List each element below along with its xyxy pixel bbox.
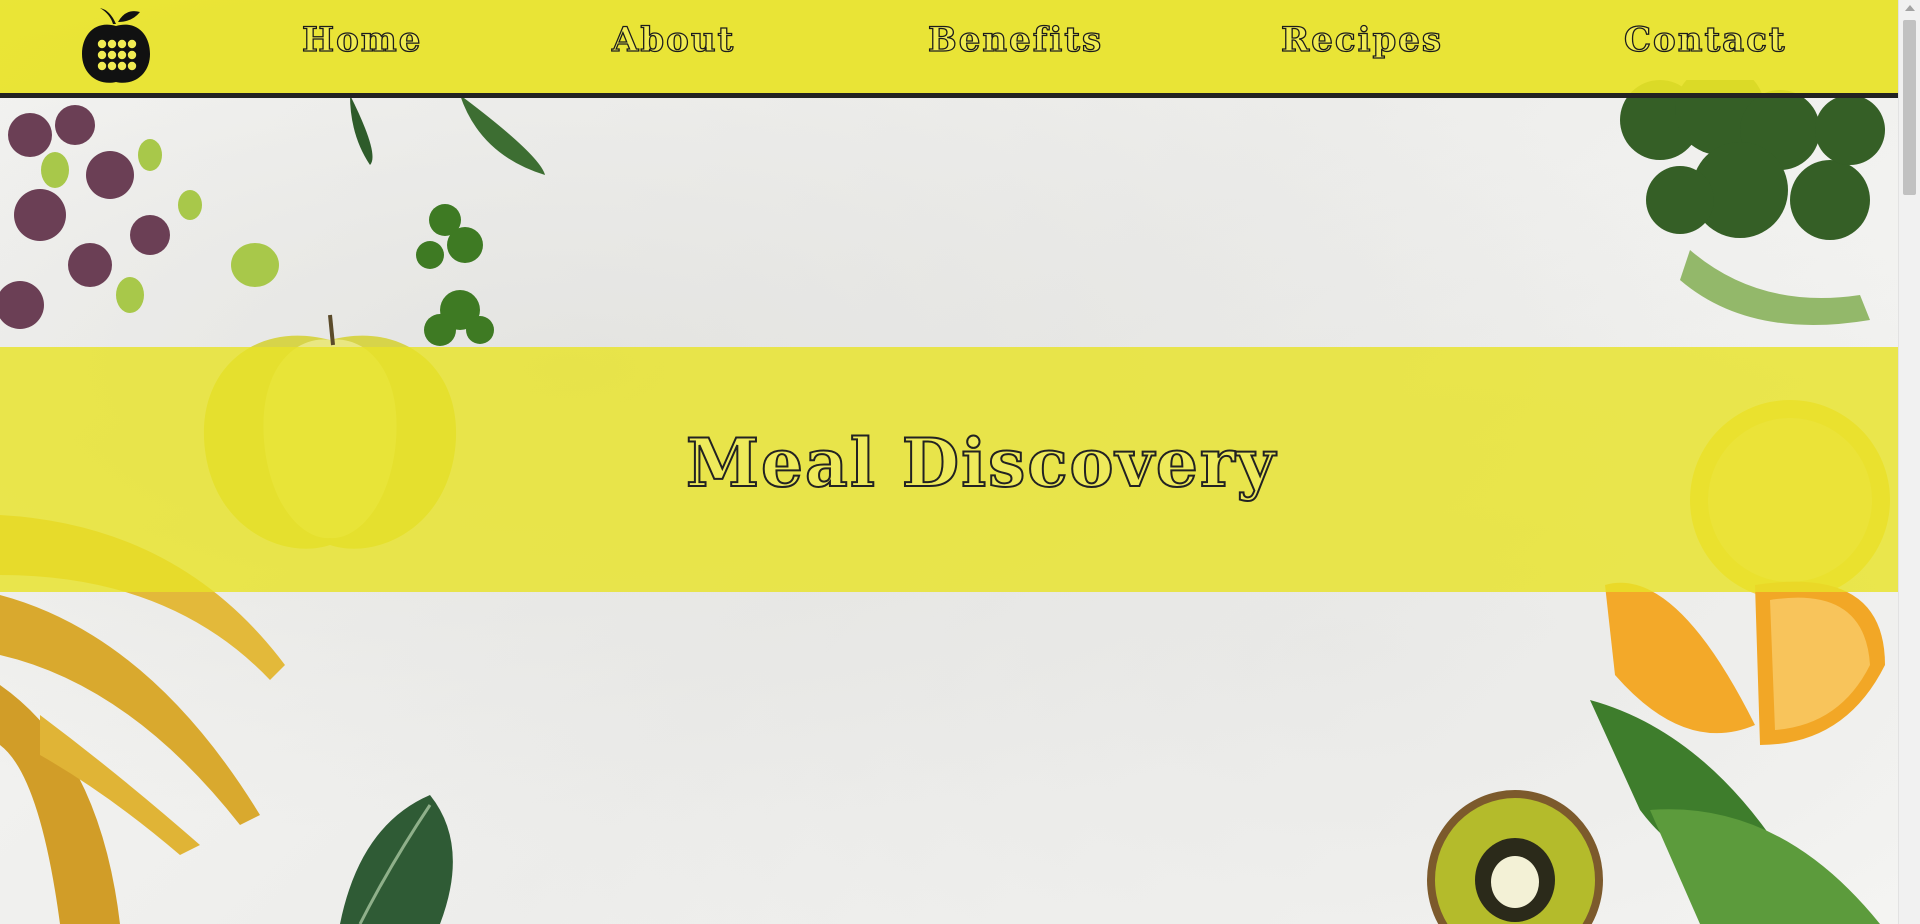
broccoli-icon bbox=[1620, 80, 1885, 325]
hero-title: Meal Discovery bbox=[685, 423, 1277, 503]
hero-banner: Meal Discovery bbox=[0, 347, 1899, 592]
scroll-up-arrow-icon[interactable] bbox=[1905, 5, 1915, 11]
microgreens-icon bbox=[0, 105, 279, 329]
kiwi-icon bbox=[1427, 790, 1603, 924]
spinach-bunch-icon bbox=[1590, 700, 1880, 924]
top-navbar: Home About Benefits Recipes Contact bbox=[0, 0, 1899, 98]
scrollbar-thumb[interactable] bbox=[1903, 20, 1916, 195]
nav-contact-link[interactable]: Contact bbox=[1623, 19, 1787, 60]
nav-home-link[interactable]: Home bbox=[301, 19, 422, 60]
kale-leaf-icon bbox=[340, 795, 453, 924]
vertical-scrollbar[interactable] bbox=[1898, 0, 1920, 924]
nav-about-link[interactable]: About bbox=[611, 19, 735, 60]
apple-calculator-logo-icon[interactable] bbox=[80, 6, 152, 86]
nav-benefits-link[interactable]: Benefits bbox=[927, 19, 1103, 60]
nav-recipes-link[interactable]: Recipes bbox=[1280, 19, 1443, 60]
spinach-leaf-icon bbox=[350, 95, 545, 175]
